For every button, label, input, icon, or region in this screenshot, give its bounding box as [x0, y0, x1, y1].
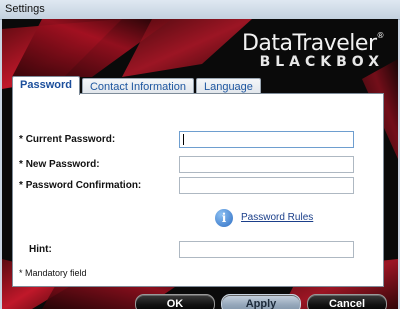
- password-panel: * Current Password: * New Password: * Pa…: [12, 93, 384, 287]
- new-password-field[interactable]: [179, 156, 354, 173]
- new-password-label: * New Password:: [19, 159, 100, 170]
- text-caret: [183, 134, 184, 145]
- apply-button[interactable]: Apply: [221, 294, 301, 309]
- brand-line2: BLACKBOX: [259, 54, 384, 70]
- password-confirmation-field[interactable]: [179, 177, 354, 194]
- window-title: Settings: [5, 3, 45, 15]
- hint-field[interactable]: [179, 241, 354, 258]
- ok-button[interactable]: OK: [135, 294, 215, 309]
- password-confirmation-label: * Password Confirmation:: [19, 180, 142, 191]
- info-icon[interactable]: i: [215, 209, 233, 227]
- title-bar: Settings: [0, 0, 400, 20]
- current-password-label: * Current Password:: [19, 134, 116, 145]
- brand-logo: DataTraveler® BLACKBOX: [242, 31, 384, 70]
- password-rules-link[interactable]: Password Rules: [241, 212, 313, 223]
- tab-password[interactable]: Password: [12, 76, 80, 95]
- required-marker: *: [19, 159, 23, 170]
- brand-registered: ®: [376, 31, 385, 40]
- required-marker: *: [19, 134, 23, 145]
- required-marker: *: [19, 180, 23, 191]
- tab-bar: Password Contact Information Language: [12, 76, 263, 95]
- hint-label: Hint:: [29, 244, 52, 255]
- settings-window: DataTraveler® BLACKBOX Password Contact …: [2, 19, 398, 309]
- current-password-field[interactable]: [179, 131, 354, 148]
- mandatory-note: * Mandatory field: [19, 268, 87, 278]
- cancel-button[interactable]: Cancel: [307, 294, 387, 309]
- brand-line1: DataTraveler: [241, 31, 377, 56]
